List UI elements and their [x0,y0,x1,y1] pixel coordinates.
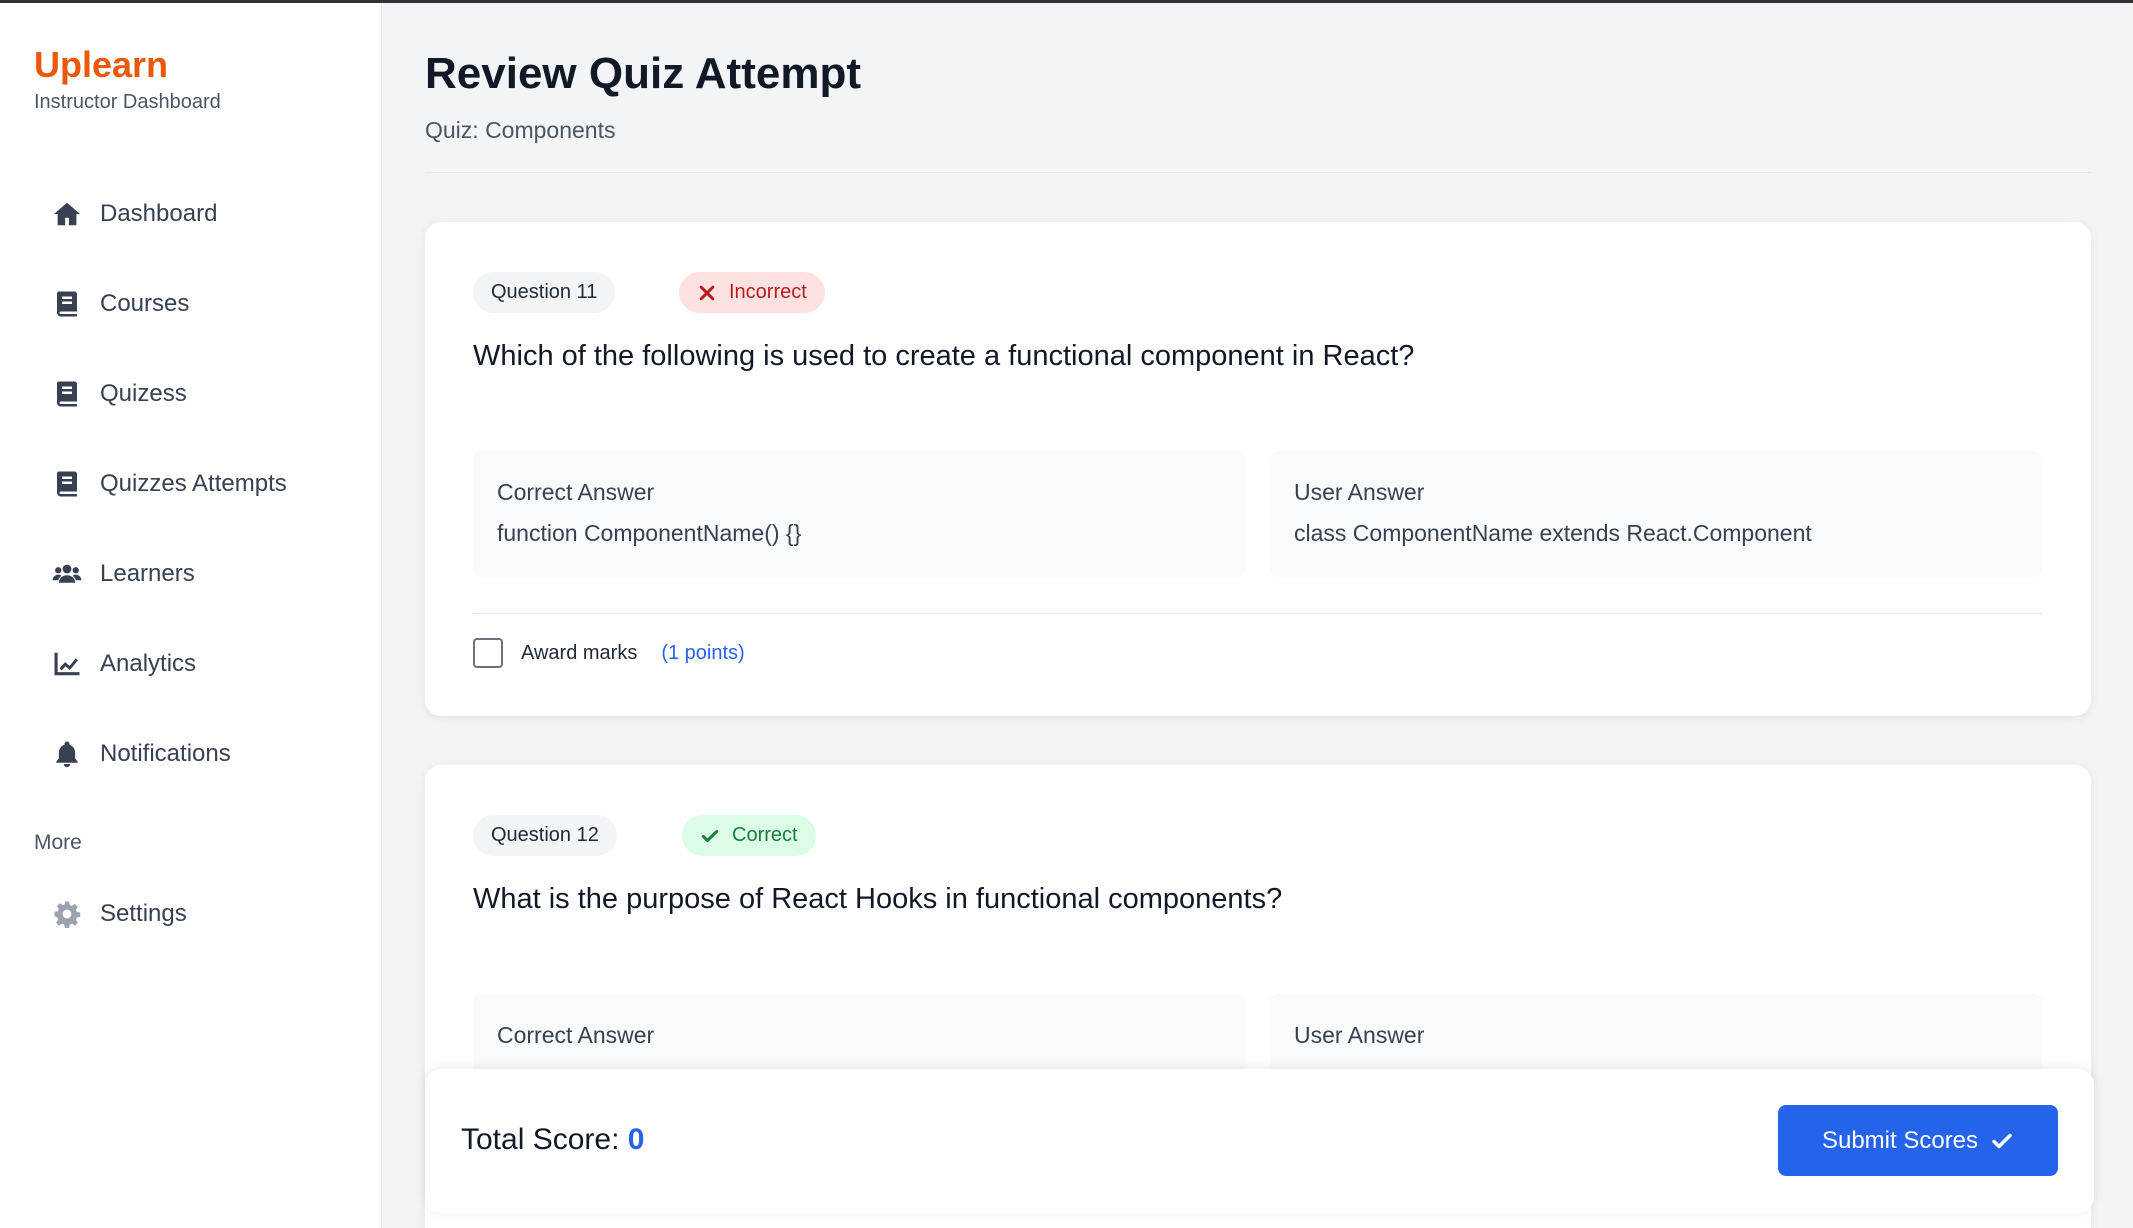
sidebar-item-label: Courses [100,290,190,317]
correct-answer-label: Correct Answer [497,1022,655,1048]
sidebar-item-label: Settings [100,900,187,927]
total-score-label: Total Score: [461,1123,620,1156]
score-footer: Total Score: 0 Submit Scores [425,1069,2094,1213]
sidebar-item-label: Notifications [100,740,231,767]
award-marks-label[interactable]: Award marks [521,642,637,665]
sidebar-item-quizess[interactable]: Quizess [0,349,382,439]
award-marks-checkbox[interactable] [473,638,503,668]
book-icon [50,467,84,501]
brand-subtitle: Instructor Dashboard [34,91,221,113]
sidebar-item-label: Dashboard [100,200,218,227]
status-label: Incorrect [729,281,807,303]
user-answer-label: User Answer [1294,479,1425,505]
page-subtitle: Quiz: Components [425,117,616,143]
sidebar-section-more: More [34,831,82,854]
sidebar-item-learners[interactable]: Learners [0,529,382,619]
question-text: Which of the following is used to create… [473,340,1415,372]
book-icon [50,287,84,321]
brand-logo-text[interactable]: Uplearn [34,43,221,87]
user-answer-label: User Answer [1294,1022,1425,1048]
question-card: Question 11 Incorrect Which of the follo… [425,222,2091,716]
question-number-badge: Question 11 [473,272,616,313]
sidebar-item-courses[interactable]: Courses [0,259,382,349]
sidebar: Uplearn Instructor Dashboard Dashboard C… [0,3,382,1228]
correct-answer-box: Correct Answer function ComponentName() … [473,451,1245,577]
status-badge-correct: Correct [682,815,816,856]
check-icon [1992,1133,2012,1148]
user-answer-value: class ComponentName extends React.Compon… [1294,520,1812,546]
check-icon [701,829,719,842]
sidebar-item-label: Quizzes Attempts [100,470,287,497]
submit-scores-label: Submit Scores [1821,1126,1979,1154]
sidebar-item-settings[interactable]: Settings [0,869,382,959]
book-icon [50,377,84,411]
close-icon [699,285,715,300]
total-score-value: 0 [627,1123,645,1156]
question-text: What is the purpose of React Hooks in fu… [473,883,1283,915]
sidebar-item-analytics[interactable]: Analytics [0,619,382,709]
correct-answer-label: Correct Answer [497,479,655,505]
question-number-badge: Question 12 [473,815,617,856]
gear-icon [50,897,84,931]
status-label: Correct [732,824,798,846]
brand: Uplearn Instructor Dashboard [34,43,221,114]
header-divider [425,172,2091,173]
user-answer-box: User Answer class ComponentName extends … [1270,451,2042,577]
card-divider [473,613,2043,614]
total-score: Total Score: 0 [461,1123,644,1157]
page-title: Review Quiz Attempt [425,49,861,98]
chart-line-icon [50,647,84,681]
sidebar-nav: Dashboard Courses Quizess Quizzes Attemp… [0,169,382,799]
sidebar-item-notifications[interactable]: Notifications [0,709,382,799]
sidebar-item-quizzes-attempts[interactable]: Quizzes Attempts [0,439,382,529]
sidebar-item-label: Learners [100,560,195,587]
home-icon [50,197,84,231]
sidebar-item-label: Quizess [100,380,187,407]
award-marks-row: Award marks (1 points) [473,638,745,668]
correct-answer-value: function ComponentName() {} [497,520,802,546]
submit-scores-button[interactable]: Submit Scores [1778,1105,2058,1176]
award-points: (1 points) [661,641,745,664]
status-badge-incorrect: Incorrect [679,272,825,313]
sidebar-item-dashboard[interactable]: Dashboard [0,169,382,259]
sidebar-item-label: Analytics [100,650,197,677]
bell-icon [50,737,84,771]
main-content: Review Quiz Attempt Quiz: Components Que… [382,3,2133,1228]
users-icon [50,557,84,591]
